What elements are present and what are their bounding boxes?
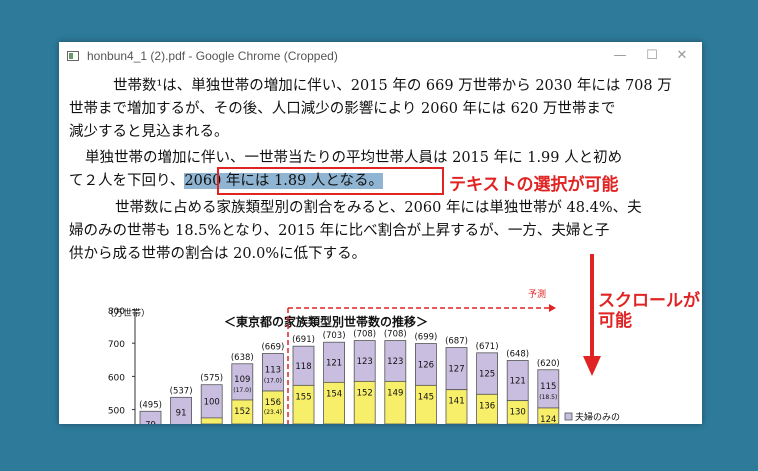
y-tick-label: 800 <box>108 307 125 317</box>
minimize-button[interactable]: — <box>605 46 635 66</box>
y-tick-label: 700 <box>108 340 125 350</box>
couple-only-value-label: 123 <box>357 357 373 367</box>
single-share-label: (23.4) <box>264 409 282 416</box>
title-bar: honbun4_1 (2).pdf - Google Chrome (Cropp… <box>59 42 702 70</box>
single-value-label: 136 <box>479 401 495 411</box>
couple-only-value-label: 123 <box>387 357 403 367</box>
y-tick-label: 600 <box>108 373 125 383</box>
selection-highlight-box <box>217 167 444 195</box>
bar-total-label: (699) <box>414 333 437 343</box>
couple-only-value-label: 125 <box>479 370 495 380</box>
bar-total-label: (537) <box>170 386 193 396</box>
couple-only-value-label: 91 <box>176 408 187 418</box>
scroll-down-arrow-icon <box>583 254 601 376</box>
legend-couple-only-swatch <box>564 412 573 421</box>
single-value-label: 145 <box>418 392 434 402</box>
bar-total-label: (703) <box>323 331 346 341</box>
close-button[interactable]: ✕ <box>667 46 697 66</box>
chart-title: ＜東京都の家族類型別世帯数の推移＞ <box>224 314 428 329</box>
single-value-label: 141 <box>448 397 464 407</box>
browser-window: honbun4_1 (2).pdf - Google Chrome (Cropp… <box>59 42 702 424</box>
couple-only-value-label: 121 <box>326 358 342 368</box>
couple-only-share-label: (17.0) <box>264 377 282 384</box>
forecast-label: 予測 <box>528 288 546 300</box>
maximize-button[interactable]: ☐ <box>637 46 667 66</box>
single-value-label: 124 <box>540 415 556 424</box>
single-value-label: 152 <box>357 388 373 398</box>
couple-only-value-label: 121 <box>510 377 526 387</box>
bar-total-label: (620) <box>537 359 560 369</box>
couple-only-value-label: 126 <box>418 360 434 370</box>
single-value-label: 154 <box>326 389 342 399</box>
bar-total-label: (495) <box>139 400 162 410</box>
couple-only-value-label: 113 <box>265 365 281 375</box>
single-value-label: 156 <box>265 398 281 408</box>
bar-total-label: (687) <box>445 337 468 347</box>
legend-couple-only-label: 夫婦のみの <box>575 411 620 423</box>
couple-only-value-label: 109 <box>234 375 250 385</box>
couple-only-value-label: 127 <box>448 365 464 375</box>
couple-only-value-label: 79 <box>145 420 156 424</box>
couple-only-share-label: (17.0) <box>233 387 251 394</box>
pdf-app-icon <box>67 51 79 61</box>
couple-only-value-label: 115 <box>540 382 556 392</box>
window-title: honbun4_1 (2).pdf - Google Chrome (Cropp… <box>87 49 338 63</box>
single-household-bar <box>200 417 223 424</box>
single-household-bar <box>414 384 437 424</box>
single-value-label: 152 <box>234 407 250 417</box>
bar-total-label: (648) <box>506 349 529 359</box>
bar-total-label: (575) <box>200 374 223 384</box>
pdf-content[interactable]: 世帯数¹は、単独世帯の増加に伴い、2015 年の 669 万世帯から 2030 … <box>59 70 702 424</box>
couple-only-share-label: (18.5) <box>539 394 557 401</box>
text-selectable-annotation: テキストの選択が可能 <box>449 175 619 195</box>
bar-total-label: (708) <box>384 330 407 340</box>
single-value-label: 130 <box>510 408 526 418</box>
couple-only-value-label: 118 <box>295 362 311 372</box>
household-chart: （万世帯）＜東京都の家族類型別世帯数の推移＞800700600500予測(495… <box>105 288 620 424</box>
bar-total-label: (669) <box>261 342 284 352</box>
bar-total-label: (671) <box>476 342 499 352</box>
couple-only-value-label: 100 <box>204 397 220 407</box>
single-value-label: 149 <box>387 388 403 398</box>
bar-total-label: (708) <box>353 330 376 340</box>
single-household-bar <box>445 389 468 424</box>
single-household-bar <box>292 384 315 424</box>
single-value-label: 155 <box>295 392 311 402</box>
forecast-arrow-head-icon <box>549 304 556 312</box>
bar-total-label: (691) <box>292 335 315 345</box>
bar-total-label: (638) <box>231 353 254 363</box>
y-tick-label: 500 <box>108 407 125 417</box>
